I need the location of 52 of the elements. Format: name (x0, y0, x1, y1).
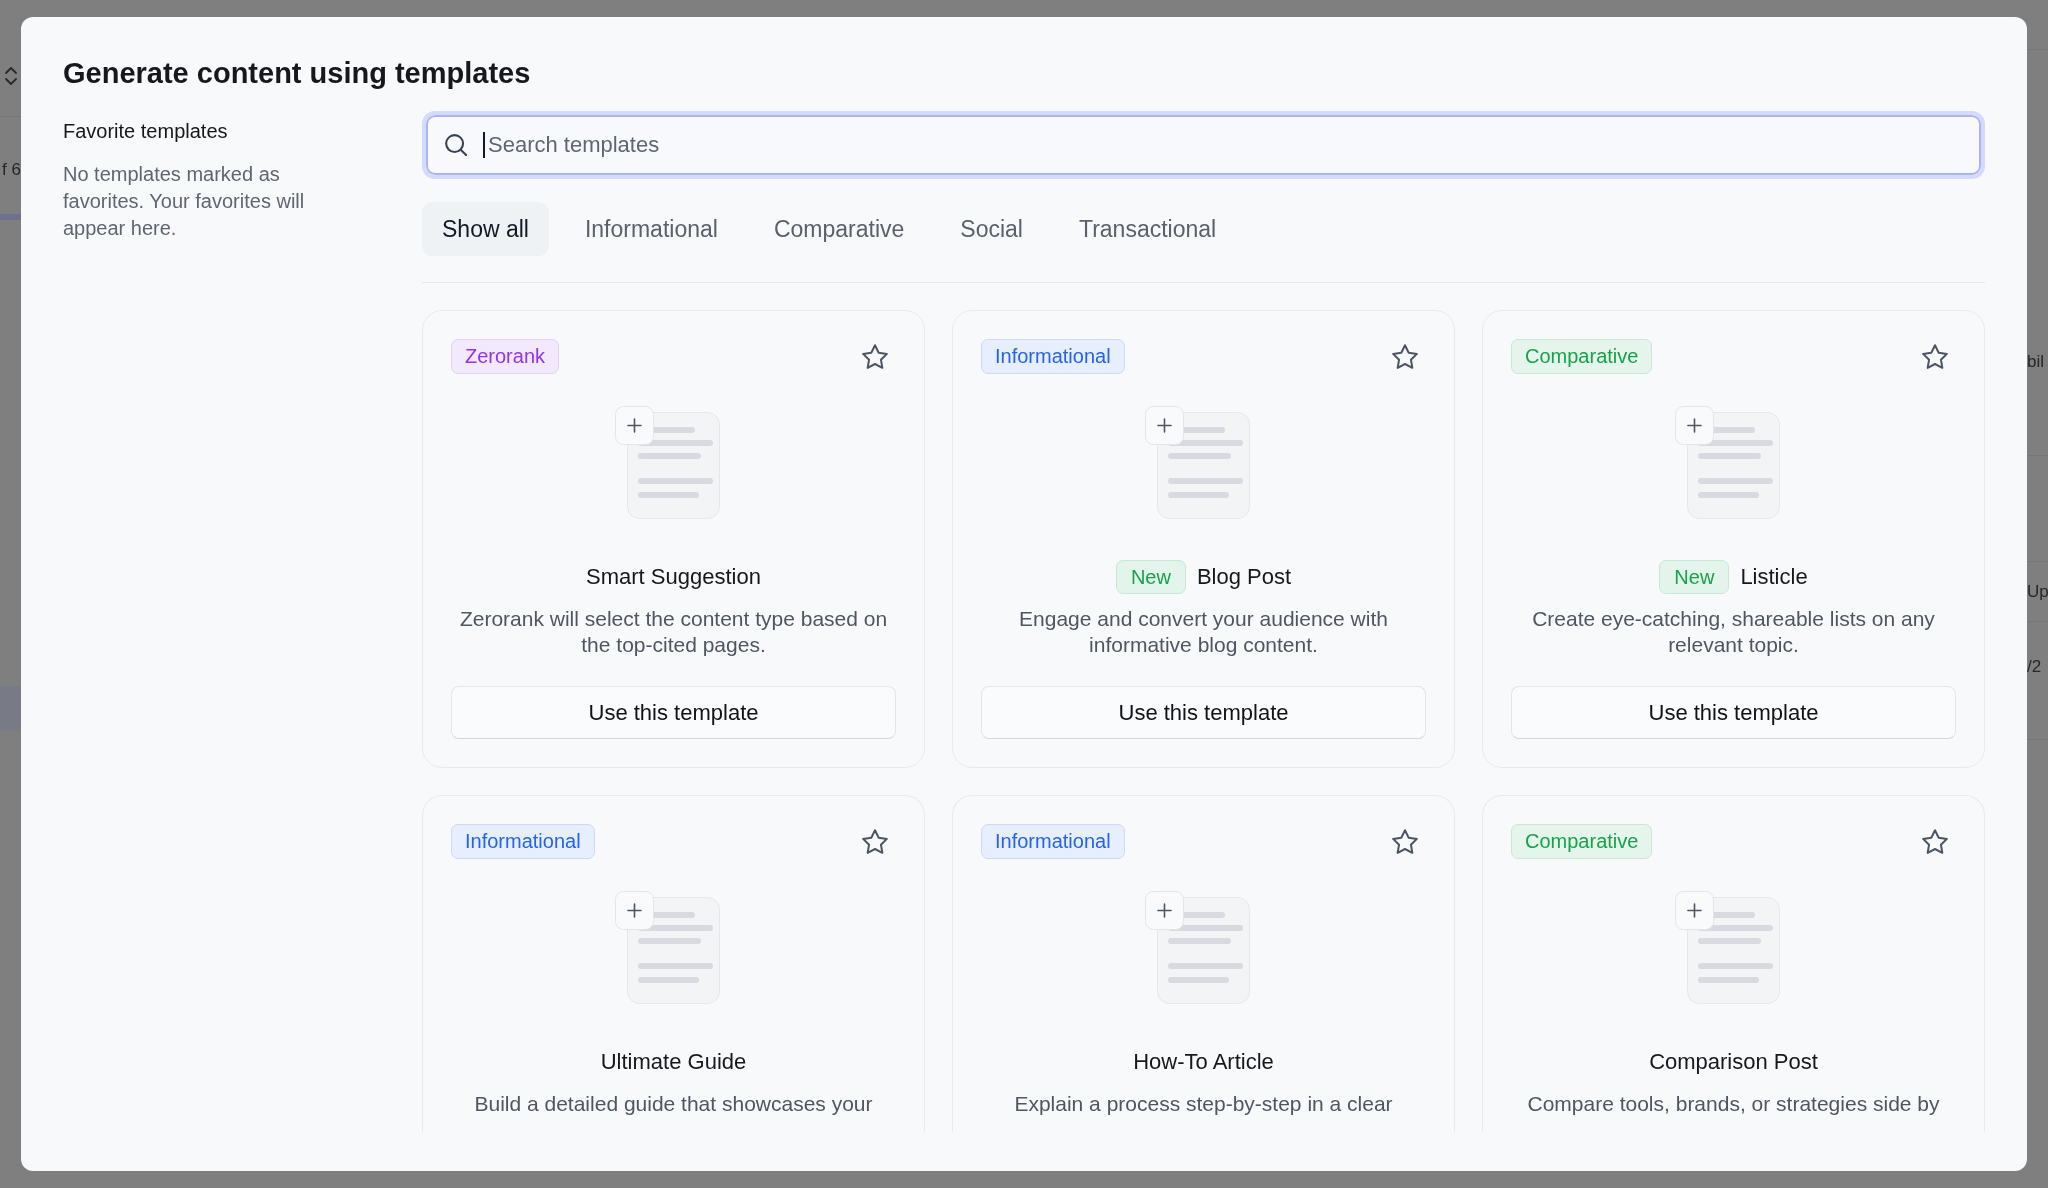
background-text: bil (2027, 352, 2045, 372)
use-template-button[interactable]: Use this template (451, 686, 896, 739)
empty-favorites-message: No templates marked as favorites. Your favorites will appear here. (63, 162, 306, 241)
star-icon[interactable] (1392, 829, 1418, 854)
document-plus-icon (1674, 406, 1781, 519)
star-icon[interactable] (862, 829, 888, 854)
template-description: Explain a process step-by-step in a clear (1014, 1091, 1393, 1117)
background-accent-bar (0, 214, 21, 220)
star-icon[interactable] (1922, 829, 1948, 854)
use-template-button[interactable]: Use this template (1511, 686, 1956, 739)
filter-tab[interactable]: Social (940, 202, 1043, 256)
template-title: Blog Post (1196, 563, 1292, 591)
filter-tab[interactable]: Show all (422, 202, 549, 256)
category-badge: Comparative (1511, 824, 1653, 859)
star-icon[interactable] (1392, 344, 1418, 369)
search-icon (445, 134, 467, 156)
new-badge: New (1115, 560, 1186, 594)
filter-tab[interactable]: Informational (564, 202, 738, 256)
search-field[interactable]: Search templates (422, 111, 1985, 179)
category-badge: Informational (981, 339, 1125, 374)
new-badge: New (1659, 560, 1730, 594)
background-text: f 6 (1, 160, 21, 180)
star-icon[interactable] (1922, 344, 1948, 369)
document-plus-icon (614, 406, 721, 519)
document-plus-icon (1674, 891, 1781, 1004)
filter-tab[interactable]: Comparative (753, 202, 925, 256)
document-plus-icon (1144, 891, 1251, 1004)
template-description: Engage and convert your audience with informative blog content. (1018, 606, 1389, 658)
document-plus-icon (614, 891, 721, 1004)
category-badge: Informational (451, 824, 595, 859)
use-template-button[interactable]: Use this template (981, 686, 1426, 739)
template-title: Listicle (1740, 563, 1808, 591)
filter-tab[interactable]: Transactional (1058, 202, 1237, 256)
category-badge: Zerorank (451, 339, 560, 374)
text-cursor (483, 132, 485, 158)
dialog-title: Generate content using templates (63, 56, 532, 91)
template-description: Compare tools, brands, or strategies side by (1527, 1091, 1940, 1117)
favorites-heading: Favorite templates (63, 119, 229, 144)
category-badge: Informational (981, 824, 1125, 859)
template-title: Comparison Post (1649, 1048, 1818, 1076)
template-description: Build a detailed guide that showcases your (474, 1091, 873, 1117)
template-description: Create eye-catching, shareable lists on any relevant topic. (1531, 606, 1936, 658)
background-text: Up (2027, 582, 2048, 602)
template-description: Zerorank will select the content type based on the top-cited pages. (458, 606, 889, 658)
template-title: Smart Suggestion (586, 563, 761, 591)
template-title: Ultimate Guide (600, 1048, 747, 1076)
chevron-up-down-icon (4, 66, 18, 86)
document-plus-icon (1144, 406, 1251, 519)
category-badge: Comparative (1511, 339, 1653, 374)
template-title: How-To Article (1133, 1048, 1274, 1076)
star-icon[interactable] (862, 344, 888, 369)
background-text: /2 (2027, 657, 2043, 677)
